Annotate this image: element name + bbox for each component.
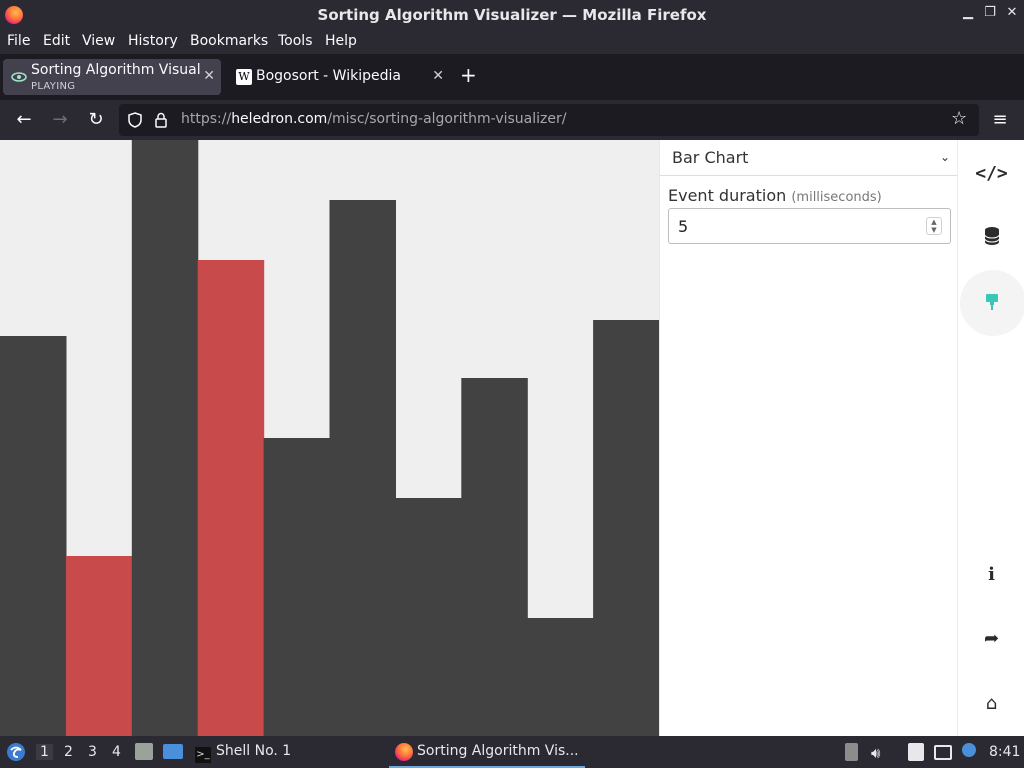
info-icon[interactable]: i [958,564,1024,585]
menu-edit[interactable]: Edit [43,33,70,49]
bar [329,200,396,736]
url-scheme: https:// [181,111,232,127]
close-icon[interactable]: ✕ [1004,5,1020,20]
terminal-icon: >_ [195,747,211,763]
view-select-value: Bar Chart [672,148,749,167]
bar [263,438,331,736]
bar [461,378,528,736]
updates-icon[interactable] [845,743,858,761]
page-content: Bar Chart ⌄ Event duration (milliseconds… [0,140,1024,736]
shield-icon[interactable] [128,112,142,128]
taskbar: 1 2 3 4 >_ Shell No. 1 Sorting Algorithm … [0,736,1024,768]
sorting-bar-chart [0,140,659,736]
navigation-bar: ← → ↻ https://heledron.com/misc/sorting-… [0,100,1024,140]
reload-icon[interactable]: ↻ [84,109,108,130]
menu-history[interactable]: History [128,33,178,49]
clipboard-icon[interactable] [908,743,924,761]
notification-icon[interactable] [962,743,976,757]
network-icon[interactable] [934,745,952,760]
chevron-down-icon: ⌄ [939,150,950,164]
lock-icon[interactable] [155,112,167,128]
bar-highlighted [197,260,265,736]
menu-file[interactable]: File [7,33,30,49]
event-duration-input[interactable]: 5 ▲ ▼ [668,208,951,244]
bar-highlighted [65,556,133,736]
tab-playing-label: PLAYING [31,81,76,92]
file-manager-icon[interactable] [135,743,153,760]
url-path: /misc/sorting-algorithm-visualizer/ [327,111,567,127]
bookmark-star-icon[interactable]: ☆ [951,108,967,129]
clock: 8:41 [989,744,1021,760]
view-select[interactable]: Bar Chart ⌄ [660,140,958,176]
tab-title: Sorting Algorithm Visualizer [31,62,201,78]
volume-icon[interactable]: 🔊︎ [871,744,880,762]
settings-panel: Bar Chart ⌄ Event duration (milliseconds… [659,140,958,736]
menu-help[interactable]: Help [325,33,357,49]
restore-icon[interactable]: ❐ [982,5,998,20]
taskbar-terminal[interactable]: >_ Shell No. 1 [195,743,291,763]
tab-title: Bogosort - Wikipedia [256,68,401,84]
hamburger-menu-icon[interactable]: ≡ [988,109,1012,130]
firefox-task-label: Sorting Algorithm Vis... [417,743,579,759]
terminal-label: Shell No. 1 [216,743,292,759]
menu-tools[interactable]: Tools [278,33,313,49]
database-icon[interactable] [958,226,1024,251]
tab-bar: Sorting Algorithm Visualizer PLAYING ✕ W… [0,54,1024,100]
code-icon[interactable]: </> [958,163,1024,184]
duration-unit-text: (milliseconds) [791,190,882,205]
workspace-3[interactable]: 3 [88,744,97,760]
menu-view[interactable]: View [82,33,115,49]
event-duration-label: Event duration (milliseconds) [668,186,882,205]
desktop-icon[interactable] [163,744,183,759]
tab-sorting-visualizer[interactable]: Sorting Algorithm Visualizer PLAYING ✕ [3,59,221,95]
forward-icon[interactable]: → [48,109,72,130]
wikipedia-icon: W [236,69,252,85]
bar [131,140,199,736]
share-icon[interactable]: ➦ [958,628,1024,649]
side-rail: </> i ➦ ⌂ [957,140,1024,736]
event-duration-value: 5 [678,217,689,236]
workspace-4[interactable]: 4 [112,744,121,760]
duration-label-text: Event duration [668,186,787,205]
close-tab-icon[interactable]: ✕ [432,68,444,84]
address-bar[interactable]: https://heledron.com/misc/sorting-algori… [119,104,979,136]
back-icon[interactable]: ← [12,109,36,130]
app-menu-icon[interactable] [6,742,26,762]
taskbar-firefox[interactable]: Sorting Algorithm Vis... [389,736,585,768]
firefox-icon [395,743,413,761]
number-spinner-icon[interactable]: ▲ ▼ [926,217,942,235]
workspace-2[interactable]: 2 [64,744,73,760]
tab-bogosort-wikipedia[interactable]: W Bogosort - Wikipedia ✕ [228,59,450,95]
window-title: Sorting Algorithm Visualizer — Mozilla F… [317,6,707,24]
home-icon[interactable]: ⌂ [958,693,1024,714]
menu-bar: File Edit View History Bookmarks Tools H… [0,30,1024,54]
bar [0,336,67,736]
url-text[interactable]: https://heledron.com/misc/sorting-algori… [181,111,566,127]
minimize-icon[interactable]: ▁ [960,5,976,20]
window-titlebar: Sorting Algorithm Visualizer — Mozilla F… [0,0,1024,30]
bar [527,618,594,736]
workspace-1[interactable]: 1 [36,744,53,760]
menu-bookmarks[interactable]: Bookmarks [190,33,268,49]
sorting-chart-area [0,140,659,736]
close-tab-icon[interactable]: ✕ [203,68,215,84]
new-tab-icon[interactable]: + [460,63,477,87]
bar [395,498,462,736]
url-host: heledron.com [231,111,328,127]
paint-brush-icon[interactable] [958,292,1024,317]
bar [593,320,659,736]
eye-icon [11,72,27,82]
